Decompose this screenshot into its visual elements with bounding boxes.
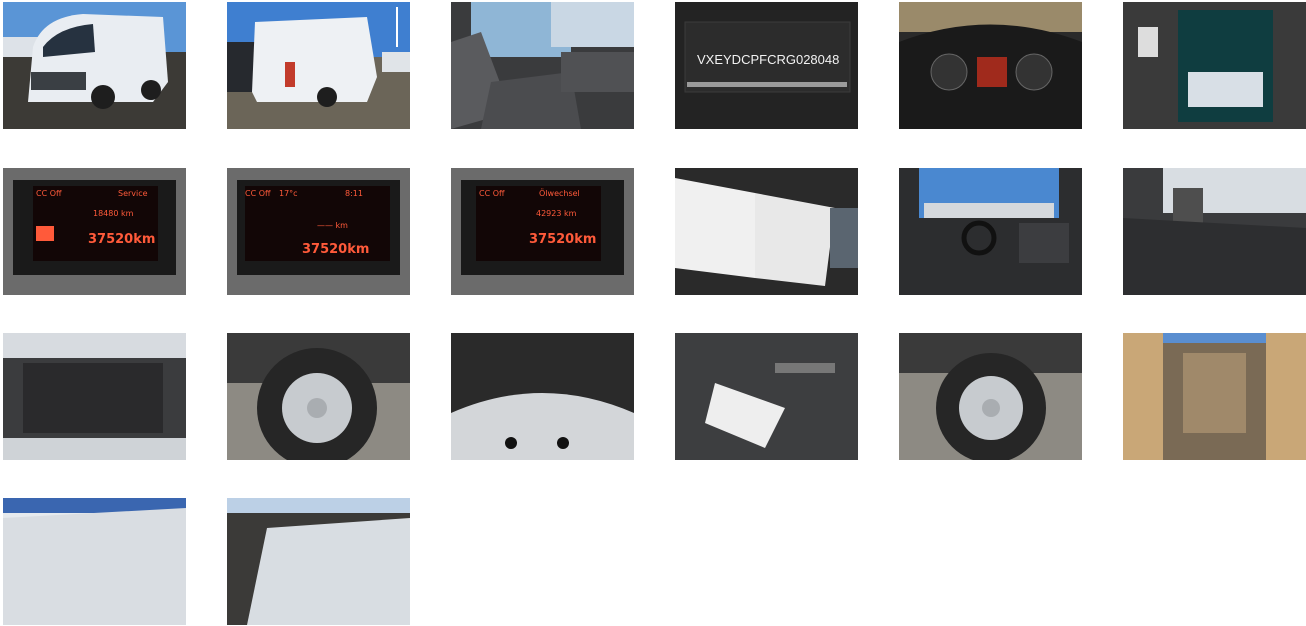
lcd-cc-off: CC Off	[36, 189, 62, 198]
lcd-title: Service	[118, 189, 148, 198]
photo-rear-seat-area[interactable]	[1123, 168, 1306, 295]
photo-dashboard-interior[interactable]	[899, 168, 1082, 295]
photo-tire-sidewall[interactable]	[451, 333, 634, 460]
lcd-odometer: 37520km	[529, 232, 596, 247]
photo-cab-interior-passenger[interactable]	[451, 2, 634, 129]
photo-front-wheel[interactable]	[227, 333, 410, 460]
photo-engine-bay[interactable]	[3, 333, 186, 460]
lcd-title: Ölwechsel	[539, 188, 580, 198]
photo-roof-front[interactable]	[3, 498, 186, 625]
lcd-odometer: 37520km	[88, 232, 155, 247]
lcd-value: 42923 km	[536, 209, 577, 218]
photo-documents[interactable]	[1123, 2, 1306, 129]
photo-tool-kit[interactable]	[675, 333, 858, 460]
photo-rear-exterior[interactable]	[227, 2, 410, 129]
photo-gallery: VXEYDCPFCRG028048 CC Off Service 18480 k…	[0, 0, 1306, 626]
photo-roof-rear[interactable]	[227, 498, 410, 625]
lcd-cc-off: CC Off	[479, 189, 505, 198]
photo-service-booklet[interactable]	[675, 168, 858, 295]
photo-front-exterior[interactable]	[3, 2, 186, 129]
photo-display-service[interactable]: CC Off Service 18480 km 37520km	[3, 168, 186, 295]
lcd-cc-off: CC Off	[245, 189, 271, 198]
photo-rear-wheel[interactable]	[899, 333, 1082, 460]
lcd-dash: —— km	[317, 221, 348, 230]
vin-text: VXEYDCPFCRG028048	[697, 52, 839, 67]
lcd-temp: 17°c	[279, 189, 298, 198]
lcd-odometer: 37520km	[302, 242, 369, 257]
photo-display-temp[interactable]: CC Off 17°c 8:11 —— km 37520km	[227, 168, 410, 295]
photo-instrument-cluster[interactable]	[899, 2, 1082, 129]
lcd-time: 8:11	[345, 189, 363, 198]
photo-cargo-area[interactable]	[1123, 333, 1306, 460]
lcd-value: 18480 km	[93, 209, 134, 218]
photo-vin-plate[interactable]: VXEYDCPFCRG028048	[675, 2, 858, 129]
photo-display-oil[interactable]: CC Off Ölwechsel 42923 km 37520km	[451, 168, 634, 295]
